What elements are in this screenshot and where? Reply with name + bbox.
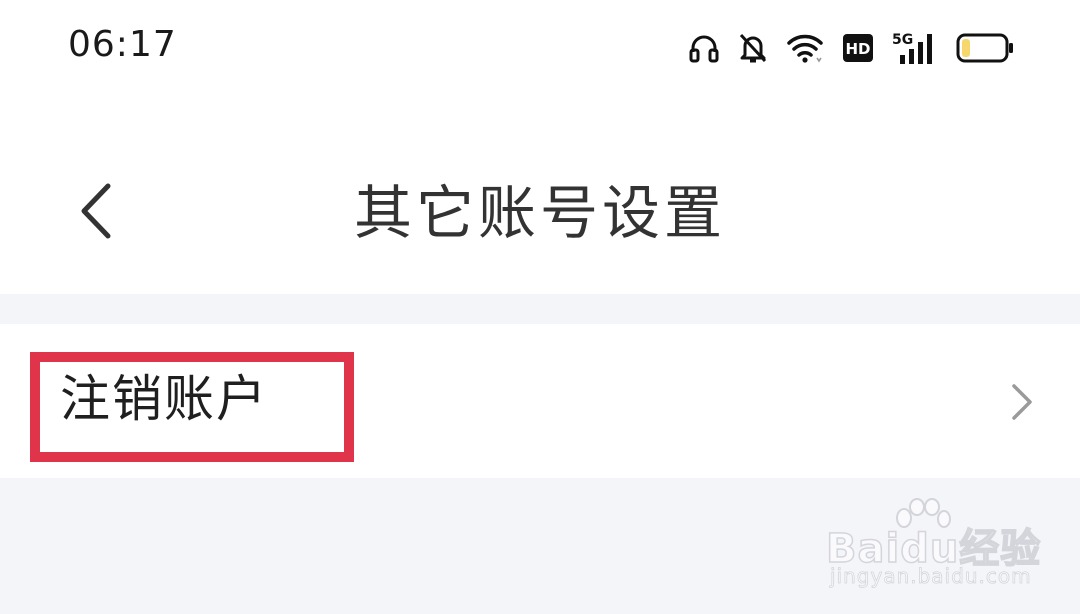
bell-muted-icon	[738, 32, 768, 64]
signal-5g-icon: 5G	[892, 31, 938, 65]
network-label: 5G	[892, 32, 913, 48]
watermark-sub: jingyan.baidu.com	[830, 564, 1032, 589]
hd-icon: HD	[842, 32, 874, 64]
status-bar: 06:17 HD 5G	[0, 0, 1080, 100]
list-item-deactivate-account[interactable]: 注销账户	[0, 324, 1080, 478]
section-divider	[0, 294, 1080, 324]
chevron-right-icon	[1012, 384, 1032, 420]
wifi-icon	[786, 32, 824, 64]
battery-icon	[956, 33, 1014, 63]
baidu-watermark: Baidu经验 jingyan.baidu.com	[825, 498, 1041, 592]
battery-level	[962, 39, 970, 57]
status-icons: HD 5G	[688, 28, 1014, 68]
headset-icon	[688, 32, 720, 64]
list-item-label: 注销账户	[60, 370, 268, 428]
page-title: 其它账号设置	[353, 179, 726, 247]
status-time: 06:17	[68, 24, 177, 65]
nav-header: 其它账号设置	[0, 100, 1080, 294]
hd-label: HD	[845, 40, 870, 58]
